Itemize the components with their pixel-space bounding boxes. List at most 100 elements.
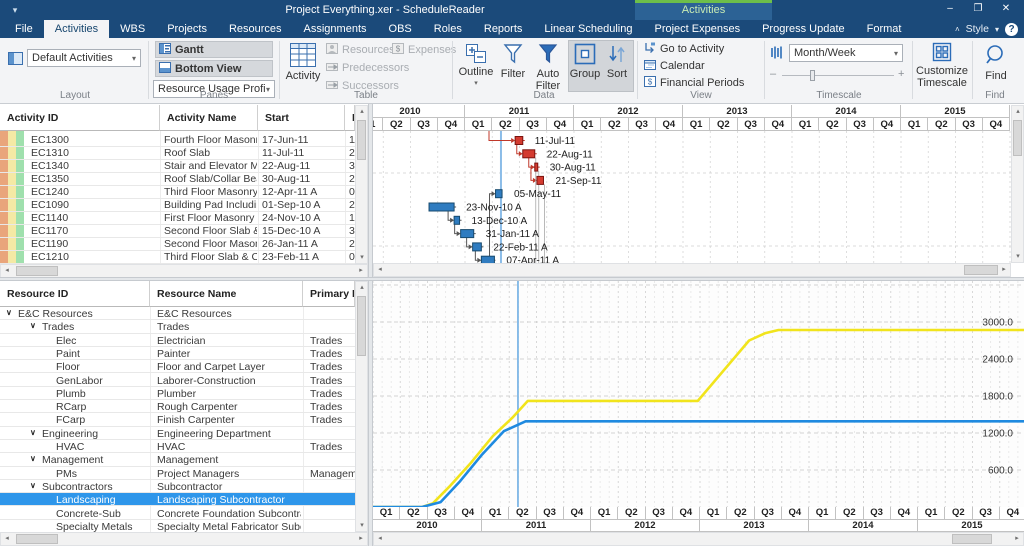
gantt-bar-11-Jul-11[interactable] bbox=[515, 137, 523, 145]
table-row[interactable]: PMsProject ManagersManagement bbox=[0, 467, 355, 480]
column-header-activity-id[interactable]: Activity ID bbox=[0, 105, 160, 131]
gantt-bar-22-Feb-11-A[interactable] bbox=[473, 243, 482, 251]
outline-button[interactable]: Outline ▾ bbox=[457, 43, 495, 90]
column-header-resource-id[interactable]: Resource ID bbox=[0, 281, 150, 307]
column-header-activity-name[interactable]: Activity Name bbox=[160, 105, 258, 131]
table-row[interactable]: ∨ManagementManagement bbox=[0, 453, 355, 466]
column-header-resource-name[interactable]: Resource Name bbox=[150, 281, 303, 307]
table-row[interactable]: ∨TradesTrades bbox=[0, 320, 355, 333]
style-button[interactable]: Style bbox=[966, 23, 989, 35]
gantt-toggle-button[interactable]: Gantt bbox=[155, 41, 273, 58]
expand-collapse-icon[interactable]: ∨ bbox=[30, 428, 36, 437]
expand-collapse-icon[interactable]: ∨ bbox=[30, 321, 36, 330]
scroll-right-icon[interactable]: ▸ bbox=[355, 265, 367, 277]
horizontal-scrollbar[interactable]: ◂▸ bbox=[373, 532, 1024, 546]
scroll-left-icon[interactable]: ◂ bbox=[374, 264, 386, 276]
table-row[interactable]: ElecElectricianTrades bbox=[0, 334, 355, 347]
scrollbar-thumb[interactable] bbox=[357, 120, 366, 160]
tab-project-expenses[interactable]: Project Expenses bbox=[643, 20, 751, 38]
zoom-out-icon[interactable]: – bbox=[770, 68, 776, 80]
table-row[interactable]: EC1210Third Floor Slab & Collar Be23-Feb… bbox=[0, 251, 355, 264]
table-row[interactable]: EC1310Roof Slab11-Jul-1122-Aug-11 bbox=[0, 147, 355, 160]
table-row[interactable]: ∨EngineeringEngineering Department bbox=[0, 427, 355, 440]
expand-collapse-icon[interactable]: ∨ bbox=[30, 481, 36, 490]
horizontal-scrollbar[interactable]: ◂▸ bbox=[373, 263, 1011, 277]
table-row[interactable]: EC1340Stair and Elevator Masonry22-Aug-1… bbox=[0, 160, 355, 173]
scroll-up-icon[interactable]: ▴ bbox=[1012, 106, 1024, 118]
table-row[interactable]: EC1240Third Floor Masonry Structu12-Apr-… bbox=[0, 186, 355, 199]
style-dropdown-icon[interactable]: ▾ bbox=[995, 25, 999, 34]
table-row[interactable]: GenLaborLaborer-ConstructionTrades bbox=[0, 374, 355, 387]
scrollbar-thumb[interactable] bbox=[1013, 120, 1022, 156]
table-row[interactable]: FCarpFinish CarpenterTrades bbox=[0, 413, 355, 426]
gantt-bar-21-Sep-11[interactable] bbox=[537, 176, 544, 184]
zoom-slider-thumb[interactable] bbox=[810, 70, 815, 81]
scrollbar-thumb[interactable] bbox=[964, 265, 998, 275]
financial-periods-button[interactable]: $ Financial Periods bbox=[644, 76, 744, 90]
column-header-primary-role[interactable]: Primary Role bbox=[303, 281, 355, 307]
table-row[interactable]: ∨E&C ResourcesE&C Resources bbox=[0, 307, 355, 320]
expand-collapse-icon[interactable]: ∨ bbox=[30, 454, 36, 463]
gantt-timescale-header[interactable]: 201020112012201320142015Q1Q2Q3Q4Q1Q2Q3Q4… bbox=[373, 105, 1024, 131]
zoom-in-icon[interactable]: + bbox=[898, 68, 904, 80]
collapse-ribbon-icon[interactable]: ˄ bbox=[955, 25, 960, 34]
go-to-activity-button[interactable]: Go to Activity bbox=[644, 42, 724, 56]
table-row[interactable]: RCarpRough CarpenterTrades bbox=[0, 400, 355, 413]
scroll-down-icon[interactable]: ▾ bbox=[356, 252, 368, 264]
gantt-bar-30-Aug-11[interactable] bbox=[535, 163, 538, 171]
filter-button[interactable]: Filter bbox=[497, 43, 529, 80]
help-icon[interactable]: ? bbox=[1005, 23, 1018, 36]
gantt-bar-13-Dec-10-A[interactable] bbox=[454, 216, 459, 224]
activity-table-button[interactable]: Activity bbox=[285, 43, 321, 82]
scrollbar-thumb[interactable] bbox=[357, 296, 366, 356]
horizontal-scrollbar[interactable]: ◂▸ bbox=[0, 532, 368, 546]
table-row[interactable]: Concrete-SubConcrete Foundation Subcontr… bbox=[0, 507, 355, 520]
minimize-button[interactable]: – bbox=[938, 0, 962, 18]
scrollbar-thumb[interactable] bbox=[16, 266, 58, 276]
table-row[interactable]: EC1300Fourth Floor Masonry Struc17-Jun-1… bbox=[0, 134, 355, 147]
vertical-scrollbar[interactable]: ▴▾ bbox=[355, 105, 368, 264]
expand-collapse-icon[interactable]: ∨ bbox=[6, 308, 12, 317]
calendar-button[interactable]: Calendar bbox=[644, 59, 705, 73]
customize-timescale-button[interactable]: Customize Timescale bbox=[916, 42, 968, 89]
scroll-down-icon[interactable]: ▾ bbox=[356, 520, 368, 532]
scroll-left-icon[interactable]: ◂ bbox=[1, 265, 13, 277]
group-button[interactable]: Group bbox=[570, 43, 600, 80]
gantt-bar-07-Apr-11-A[interactable] bbox=[481, 256, 494, 263]
tab-linear-scheduling[interactable]: Linear Scheduling bbox=[533, 20, 643, 38]
tab-roles[interactable]: Roles bbox=[423, 20, 473, 38]
table-row-selected[interactable]: LandscapingLandscaping Subcontractor bbox=[0, 493, 355, 506]
table-row[interactable]: EC1350Roof Slab/Collar Beam30-Aug-1121-S… bbox=[0, 173, 355, 186]
tab-activities[interactable]: Activities bbox=[44, 20, 109, 38]
auto-filter-button[interactable]: Auto Filter bbox=[531, 43, 565, 92]
tab-assignments[interactable]: Assignments bbox=[293, 20, 378, 38]
gantt-bar-23-Nov-10-A[interactable] bbox=[429, 203, 454, 211]
column-header-start[interactable]: Start bbox=[258, 105, 345, 131]
timescale-combobox[interactable]: Month/Week▾ bbox=[789, 44, 903, 62]
table-row[interactable]: EC1190Second Floor Masonry Stru26-Jan-11… bbox=[0, 238, 355, 251]
table-row[interactable]: PlumbPlumberTrades bbox=[0, 387, 355, 400]
horizontal-scrollbar[interactable]: ◂▸ bbox=[0, 264, 368, 278]
tab-file[interactable]: File bbox=[4, 20, 44, 38]
scroll-right-icon[interactable]: ▸ bbox=[1011, 533, 1023, 545]
gantt-bar-22-Aug-11[interactable] bbox=[523, 150, 535, 158]
gantt-bar-31-Jan-11-A[interactable] bbox=[461, 230, 474, 238]
table-row[interactable]: EC1090Building Pad Including UG U01-Sep-… bbox=[0, 199, 355, 212]
scroll-left-icon[interactable]: ◂ bbox=[374, 533, 386, 545]
table-row[interactable]: FloorFloor and Carpet LayerTrades bbox=[0, 360, 355, 373]
tab-resources[interactable]: Resources bbox=[218, 20, 293, 38]
table-row[interactable]: PaintPainterTrades bbox=[0, 347, 355, 360]
scrollbar-thumb[interactable] bbox=[16, 534, 58, 544]
bottom-view-toggle-button[interactable]: Bottom View bbox=[155, 60, 273, 77]
gantt-bar-05-May-11[interactable] bbox=[496, 190, 503, 198]
tab-reports[interactable]: Reports bbox=[473, 20, 534, 38]
find-button[interactable]: Find bbox=[976, 43, 1016, 82]
scroll-down-icon[interactable]: ▾ bbox=[1012, 251, 1024, 263]
layout-combobox[interactable]: Default Activities▾ bbox=[27, 49, 141, 67]
table-row[interactable]: ∨SubcontractorsSubcontractor bbox=[0, 480, 355, 493]
vertical-scrollbar[interactable]: ▴▾ bbox=[1011, 105, 1024, 263]
scroll-left-icon[interactable]: ◂ bbox=[1, 533, 13, 545]
sort-button[interactable]: Sort bbox=[603, 43, 631, 80]
table-row[interactable]: HVACHVACTrades bbox=[0, 440, 355, 453]
scrollbar-thumb[interactable] bbox=[952, 534, 992, 544]
